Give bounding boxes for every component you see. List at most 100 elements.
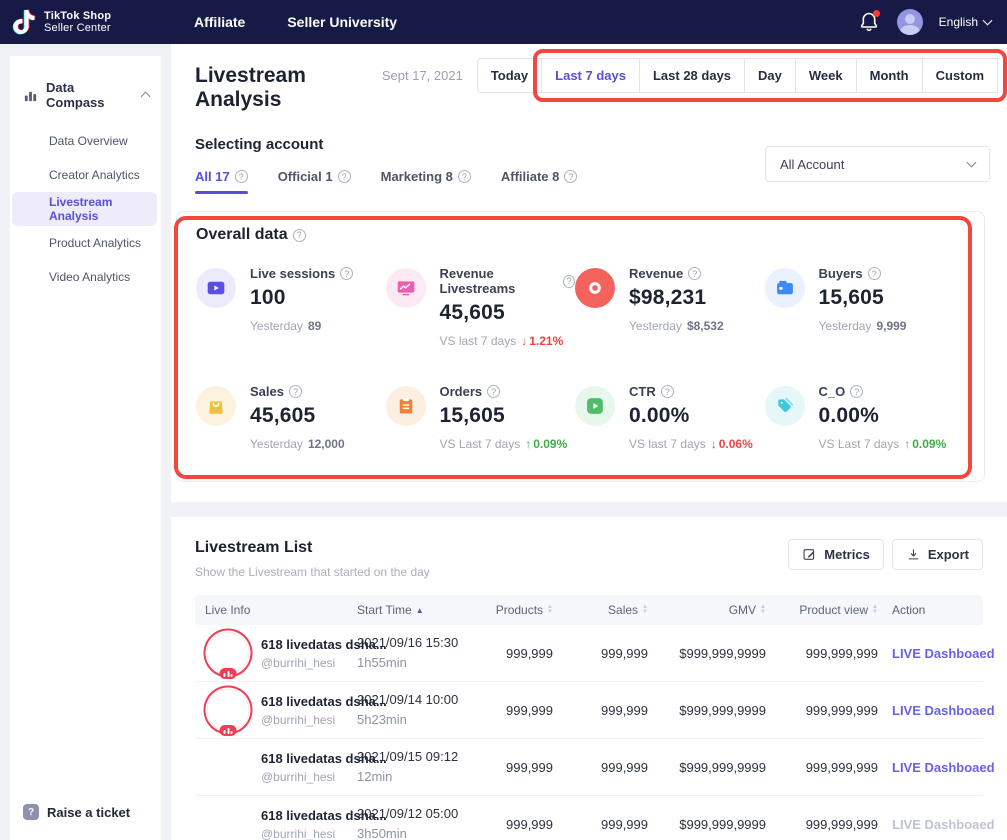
section-divider [171, 502, 1007, 517]
raise-ticket-button[interactable]: ? Raise a ticket [10, 804, 161, 840]
metric-value: 100 [250, 286, 353, 310]
sales-cell: 999,999 [567, 817, 662, 832]
trend-down-indicator: ↓0.06% [711, 437, 753, 451]
top-right-cluster: English [857, 9, 1007, 35]
tab-marketing[interactable]: Marketing 8? [381, 169, 471, 194]
language-selector[interactable]: English [939, 15, 991, 29]
live-info-cell[interactable]: 618 livedatas dsha...@burrihi_hesi [205, 632, 357, 674]
help-circle-icon[interactable]: ? [289, 385, 302, 398]
nav-seller-university[interactable]: Seller University [287, 14, 397, 30]
notification-dot [873, 10, 880, 17]
metric-grid: Live sessions? 100 Yesterday89 Revenue L… [196, 266, 984, 451]
col-action: Action [892, 603, 993, 617]
nav-affiliate[interactable]: Affiliate [194, 14, 245, 30]
start-time-cell: 2021/09/16 15:301h55min [357, 636, 479, 671]
sort-icon: ▲▼ [547, 605, 553, 615]
products-cell: 999,999 [479, 760, 567, 775]
range-month-button[interactable]: Month [856, 58, 923, 93]
live-stats-badge [220, 725, 237, 736]
range-day-button[interactable]: Day [744, 58, 796, 93]
metric-revenue: Revenue? $98,231 Yesterday$8,532 [575, 266, 765, 348]
sidebar-item-creator-analytics[interactable]: Creator Analytics [12, 158, 157, 192]
gmv-cell: $999,999,9999 [662, 646, 780, 661]
range-week-button[interactable]: Week [795, 58, 857, 93]
livestream-list-card: Livestream List Show the Livestream that… [171, 517, 1007, 840]
tiktok-note-icon [12, 9, 36, 35]
product-view-cell: 999,999,999 [780, 703, 892, 718]
help-circle-icon: ? [338, 170, 351, 183]
user-avatar[interactable] [897, 9, 923, 35]
range-custom-button[interactable]: Custom [922, 58, 998, 93]
live-dashboard-link[interactable]: LIVE Dashboaed [892, 646, 995, 661]
metric-ctr: CTR? 0.00% VS last 7 days↓0.06% [575, 384, 765, 451]
sort-icon: ▲▼ [760, 605, 766, 615]
trend-up-indicator: ↑0.09% [525, 437, 567, 451]
products-cell: 999,999 [479, 646, 567, 661]
range-last28days-button[interactable]: Last 28 days [639, 58, 745, 93]
metric-value: 0.00% [629, 404, 753, 428]
bar-chart-icon [23, 88, 38, 103]
chevron-down-icon [967, 158, 977, 168]
tab-affiliate[interactable]: Affiliate 8? [501, 169, 578, 194]
live-info-cell[interactable]: 618 livedatas dsha...@burrihi_hesi [205, 746, 357, 788]
col-sales[interactable]: Sales▲▼ [567, 603, 662, 617]
live-dashboard-link[interactable]: LIVE Dashboaed [892, 760, 995, 775]
col-start-time[interactable]: Start Time▲ [357, 603, 479, 617]
streamer-avatar-live [207, 689, 249, 731]
streamer-avatar-live [207, 632, 249, 674]
help-circle-icon[interactable]: ? [868, 267, 881, 280]
help-circle-icon[interactable]: ? [293, 229, 306, 242]
sidebar-item-livestream-analysis[interactable]: Livestream Analysis [12, 192, 157, 226]
live-dashboard-link[interactable]: LIVE Dashboaed [892, 703, 995, 718]
sidebar-item-data-overview[interactable]: Data Overview [12, 124, 157, 158]
notification-bell-icon[interactable] [857, 10, 881, 34]
coin-icon [575, 268, 615, 308]
metric-buyers: Buyers? 15,605 Yesterday9,999 [765, 266, 955, 348]
metric-value: 45,605 [250, 404, 345, 428]
gmv-cell: $999,999,9999 [662, 703, 780, 718]
logo-text: TikTok Shop Seller Center [44, 10, 111, 34]
col-product-view[interactable]: Product view▲▼ [780, 603, 892, 617]
live-info-cell[interactable]: 618 livedatas dsha...@burrihi_hesi [205, 689, 357, 731]
help-circle-icon[interactable]: ? [487, 385, 500, 398]
col-live-info: Live Info [205, 603, 357, 617]
col-products[interactable]: Products▲▼ [479, 603, 567, 617]
clipboard-icon [386, 386, 426, 426]
top-nav: Affiliate Seller University [194, 14, 397, 30]
sidebar-item-product-analytics[interactable]: Product Analytics [12, 226, 157, 260]
sidebar-group-data-compass[interactable]: Data Compass [10, 80, 161, 124]
trend-up-indicator: ↑0.09% [904, 437, 946, 451]
sidebar: Data Compass Data Overview Creator Analy… [10, 56, 161, 840]
sidebar-item-video-analytics[interactable]: Video Analytics [12, 260, 157, 294]
tab-official[interactable]: Official 1? [278, 169, 351, 194]
export-button[interactable]: Export [892, 539, 983, 570]
livestream-table: Live Info Start Time▲ Products▲▼ Sales▲▼… [195, 595, 983, 840]
help-circle-icon[interactable]: ? [563, 275, 575, 288]
table-row: 618 livedatas dsha...@burrihi_hesi 2021/… [195, 739, 983, 796]
live-dashboard-link-disabled: LIVE Dashboaed [892, 817, 995, 832]
live-stats-badge [220, 668, 237, 679]
date-range-cluster: Sept 17, 2021 Today Last 7 days Last 28 … [382, 58, 998, 93]
tiktok-logo[interactable]: TikTok Shop Seller Center [0, 9, 160, 35]
metrics-button[interactable]: Metrics [788, 539, 884, 570]
help-circle-icon: ? [564, 170, 577, 183]
help-circle-icon[interactable]: ? [688, 267, 701, 280]
help-circle-icon: ? [235, 170, 248, 183]
account-dropdown[interactable]: All Account [765, 146, 990, 182]
range-last7days-button[interactable]: Last 7 days [541, 58, 640, 93]
range-today-button[interactable]: Today [477, 58, 542, 93]
metric-value: 45,605 [440, 301, 576, 325]
table-header-row: Live Info Start Time▲ Products▲▼ Sales▲▼… [195, 595, 983, 625]
help-circle-icon[interactable]: ? [340, 267, 353, 280]
metric-value: $98,231 [629, 286, 724, 310]
overall-data-card: Overall data? Live sessions? 100 Yesterd… [176, 211, 985, 482]
live-info-cell[interactable]: 618 livedatas dsha...@burrihi_hesi [205, 803, 357, 840]
main-content: Livestream Analysis Sept 17, 2021 Today … [171, 44, 1007, 840]
help-circle-icon[interactable]: ? [661, 385, 674, 398]
help-circle-icon[interactable]: ? [850, 385, 863, 398]
page-title: Livestream Analysis [195, 58, 382, 112]
tab-all[interactable]: All 17? [195, 169, 248, 194]
col-gmv[interactable]: GMV▲▼ [662, 603, 780, 617]
tags-icon [765, 386, 805, 426]
metric-co: C_O? 0.00% VS Last 7 days↑0.09% [765, 384, 955, 451]
